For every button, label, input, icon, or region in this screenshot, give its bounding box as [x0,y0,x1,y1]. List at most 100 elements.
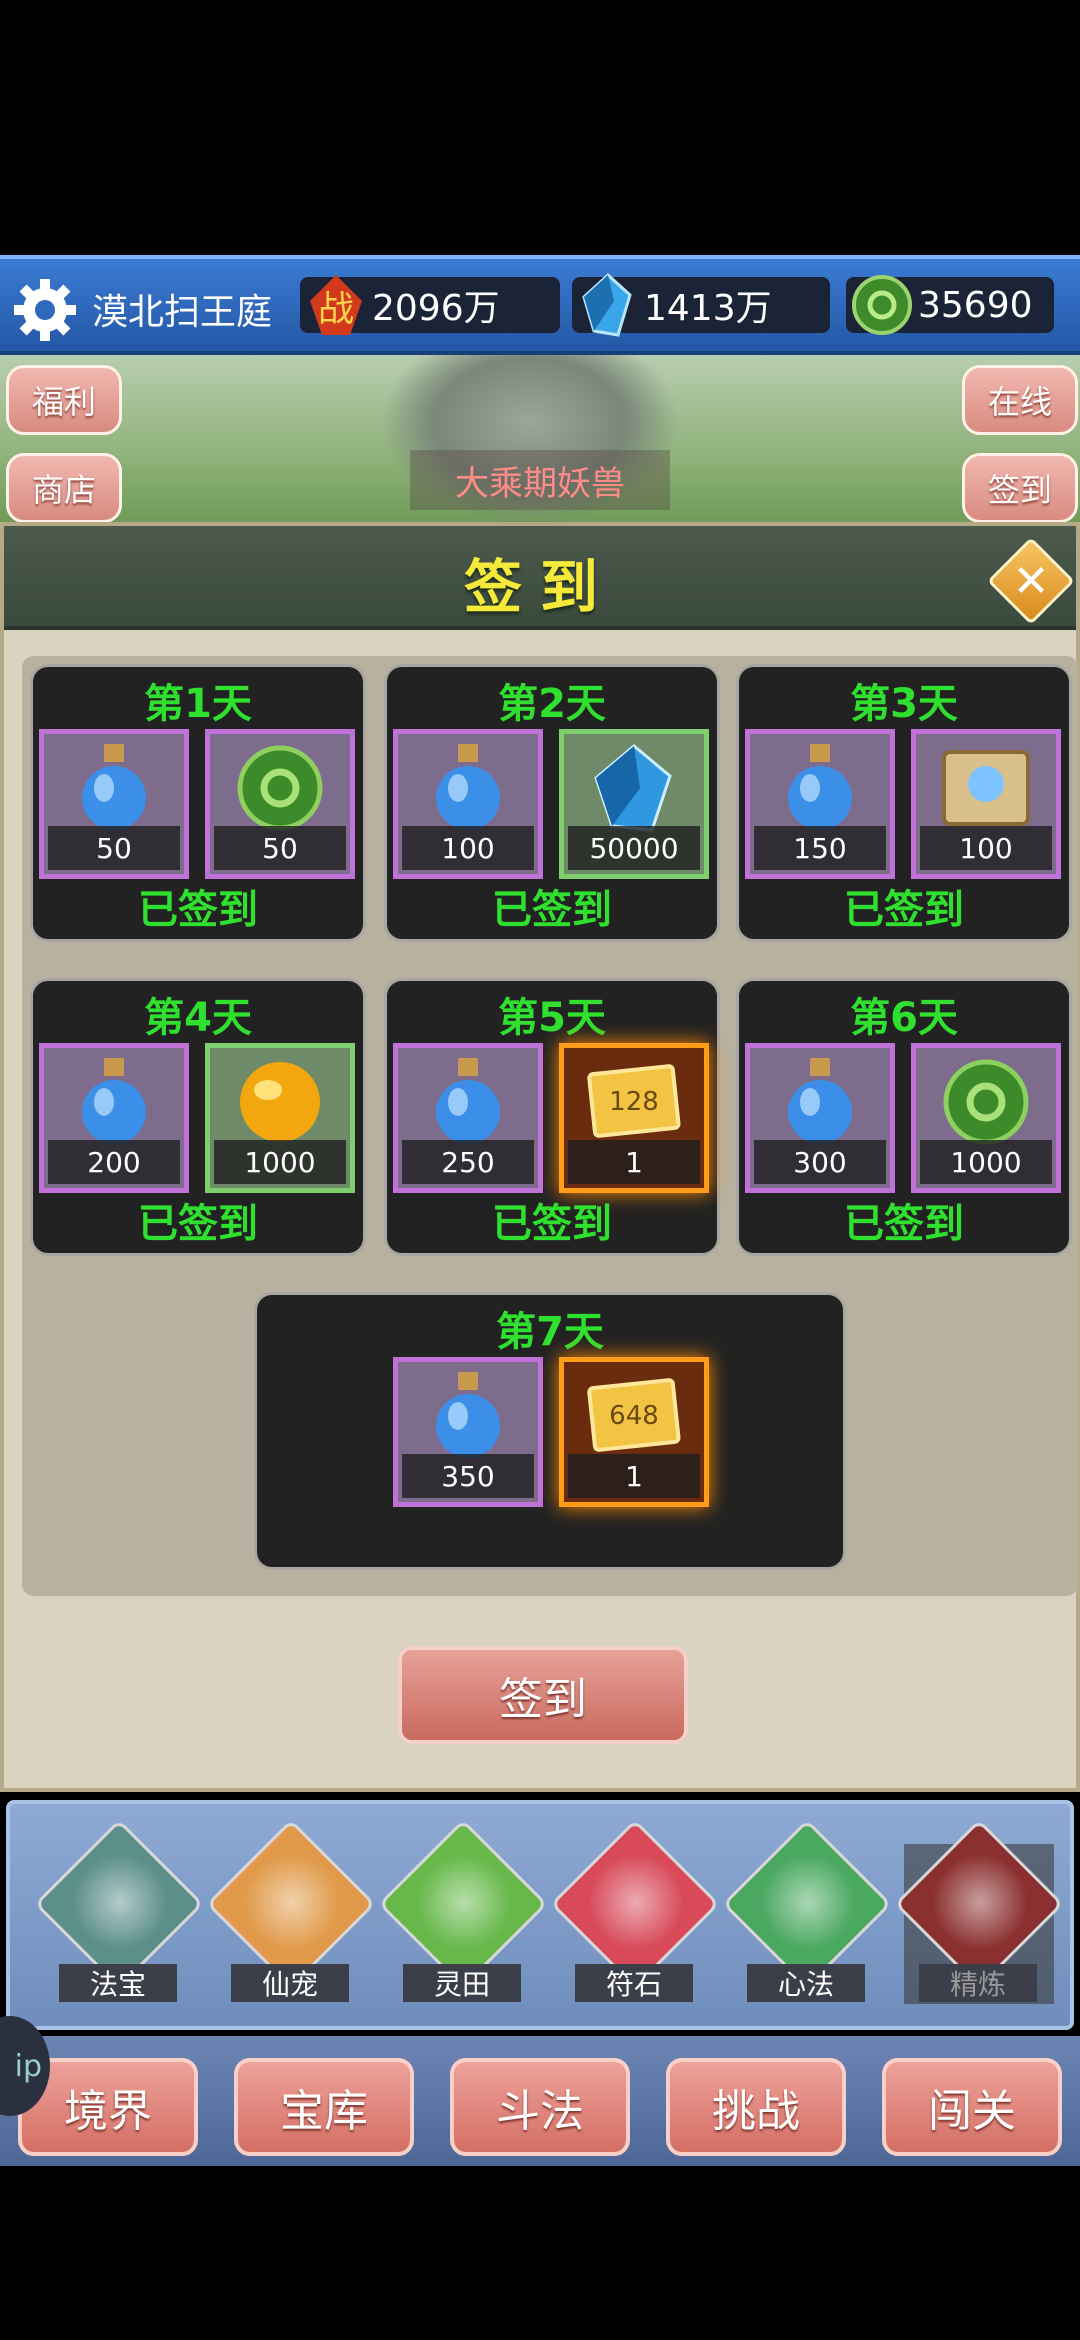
potion-icon [788,744,852,830]
day-title: 第1天 [144,681,252,727]
jade-coin-display: 35690 [846,275,1054,335]
nav-stage-button[interactable]: 闯关 [882,2058,1062,2156]
reward-item[interactable]: 250 [393,1043,543,1193]
day-card-5: 第5天 250 128 1 已签到 [384,978,720,1256]
shop-button[interactable]: 商店 [6,453,122,523]
feature-label: 心法 [747,1964,865,2002]
feature-rune[interactable]: 符石 [550,1819,720,2004]
potion-icon [436,1372,500,1458]
reward-count: 300 [754,1140,886,1184]
reward-count: 350 [402,1454,534,1498]
gear-icon[interactable] [10,275,80,345]
feature-treasure[interactable]: 法宝 [34,1819,204,2004]
crystal-value: 1413万 [644,288,772,329]
potion-icon [788,1058,852,1144]
reward-item[interactable]: 100 [911,729,1061,879]
day-title: 第4天 [144,995,252,1041]
day-card-3: 第3天 150 100 已签到 [736,664,1072,942]
nav-duel-button[interactable]: 斗法 [450,2058,630,2156]
reward-item[interactable]: 100 [393,729,543,879]
scroll-icon [942,750,1030,826]
svg-text:128: 128 [609,1087,659,1117]
welfare-button[interactable]: 福利 [6,365,122,435]
dialog-header: 签到 ✕ [4,526,1076,630]
crystal-icon [594,744,672,832]
day-card-6: 第6天 300 1000 已签到 [736,978,1072,1256]
battle-power-display: 战 2096万 [300,275,560,335]
svg-text:648: 648 [609,1401,659,1431]
battle-power-value: 2096万 [372,288,500,329]
pet-icon [244,1854,340,1950]
online-button[interactable]: 在线 [962,365,1078,435]
reward-count: 1000 [920,1140,1052,1184]
ticket-icon: 128 [587,1064,681,1138]
feature-label: 灵田 [403,1964,521,2002]
player-name: 漠北扫王庭 [92,292,273,333]
reward-item[interactable]: 300 [745,1043,895,1193]
reward-item[interactable]: 50000 [559,729,709,879]
close-icon: ✕ [1012,555,1050,607]
reward-count: 50 [214,826,346,870]
days-grid: 第1天 50 50 已签到 第2天 100 50000 已签到 第3天 150 100 已签到 第4天 2… [22,656,1078,1596]
day-title: 第6天 [850,995,958,1041]
nav-challenge-button[interactable]: 挑战 [666,2058,846,2156]
gold-orb-icon [240,1062,320,1142]
feature-pet[interactable]: 仙宠 [206,1819,376,2004]
crystal-display: 1413万 [572,272,830,337]
reward-count: 1000 [214,1140,346,1184]
reward-item[interactable]: 50 [205,729,355,879]
feature-label: 仙宠 [231,1964,349,2002]
reward-item[interactable]: 350 [393,1357,543,1507]
day-card-1: 第1天 50 50 已签到 [30,664,366,942]
day-status: 已签到 [844,887,964,933]
reward-count: 250 [402,1140,534,1184]
field-icon [416,1854,512,1950]
reward-count: 100 [920,826,1052,870]
reward-count: 50000 [568,826,700,870]
dialog-title: 签到 [463,553,616,621]
feature-manual[interactable]: 心法 [722,1819,892,2004]
bottom-nav: 境界 宝库 斗法 挑战 闯关 [0,2036,1080,2166]
reward-item[interactable]: 1000 [205,1043,355,1193]
signin-button[interactable]: 签到 [398,1646,688,1744]
boss-label[interactable]: 大乘期妖兽 [410,450,670,510]
reward-item[interactable]: 1000 [911,1043,1061,1193]
feature-label: 法宝 [59,1964,177,2002]
signin-dialog: 签到 ✕ 第1天 50 50 已签到 第2天 100 50000 已签到 第3天 150 100 已签… [0,522,1080,1792]
reward-count: 1 [568,1140,700,1184]
jade-coin-icon [852,275,912,335]
day-card-2: 第2天 100 50000 已签到 [384,664,720,942]
jade-coin-icon [237,745,323,831]
reward-item[interactable]: 150 [745,729,895,879]
reward-count: 1 [568,1454,700,1498]
rune-icon [588,1854,684,1950]
day-status: 已签到 [492,1201,612,1247]
day-card-7: 第7天 350 648 1 [254,1292,846,1570]
reward-item[interactable]: 200 [39,1043,189,1193]
feature-bar: 法宝 仙宠 灵田 符石 心法 精炼 [6,1800,1074,2030]
potion-icon [82,744,146,830]
feature-field[interactable]: 灵田 [378,1819,548,2004]
svg-text:战: 战 [318,289,354,330]
day-status: 已签到 [492,887,612,933]
signin-entry-button[interactable]: 签到 [962,453,1078,523]
day-status: 已签到 [138,887,258,933]
potion-icon [436,744,500,830]
battle-power-icon: 战 [310,275,362,335]
reward-item[interactable]: 128 1 [559,1043,709,1193]
reward-item[interactable]: 50 [39,729,189,879]
feature-lock[interactable]: 精炼 [894,1819,1064,2004]
scene-area: 福利 商店 在线 签到 大乘期妖兽 [0,355,1080,525]
feature-label: 符石 [575,1964,693,2002]
day-card-4: 第4天 200 1000 已签到 [30,978,366,1256]
top-status-bar: 漠北扫王庭 战 2096万 1413万 35690 [0,255,1080,355]
manual-icon [760,1854,856,1950]
nav-vault-button[interactable]: 宝库 [234,2058,414,2156]
reward-item[interactable]: 648 1 [559,1357,709,1507]
feature-label: 精炼 [919,1964,1037,2002]
potion-icon [436,1058,500,1144]
reward-count: 200 [48,1140,180,1184]
reward-count: 150 [754,826,886,870]
day-title: 第5天 [498,995,606,1041]
treasure-icon [72,1854,168,1950]
